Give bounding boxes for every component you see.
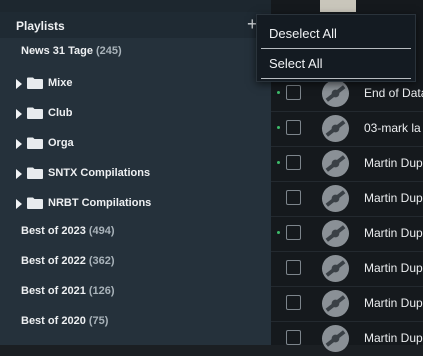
folder-label: Orga (48, 137, 74, 149)
playlist-count: (362) (88, 255, 115, 267)
active-indicator (277, 161, 280, 164)
playlists-panel: Playlists + News 31 Tage (245) Mixe Club… (0, 0, 271, 345)
playlist-count: (75) (88, 315, 109, 327)
playlist-item[interactable]: Best of 2023 (494) (0, 219, 271, 243)
panel-top-strip (0, 0, 271, 12)
folder-icon (27, 137, 43, 149)
menu-divider (261, 48, 411, 49)
folder-label: NRBT Compilations (48, 197, 152, 209)
track-checkbox[interactable] (286, 260, 301, 275)
track-title: Martin Dup (364, 261, 423, 275)
album-art-placeholder-icon (321, 184, 350, 213)
album-art-placeholder-icon (321, 219, 350, 248)
folder-item-orga[interactable]: Orga (0, 131, 271, 155)
track-row[interactable]: Martin Dup (271, 146, 423, 181)
folder-label: SNTX Compilations (48, 167, 151, 179)
menu-divider (261, 78, 411, 79)
folder-label: Club (48, 107, 73, 119)
playlist-item[interactable]: News 31 Tage (245) (0, 39, 271, 63)
active-indicator (277, 91, 280, 94)
cover-thumbnail (320, 0, 356, 12)
playlist-count: (494) (88, 225, 115, 237)
folder-item-mixe[interactable]: Mixe (0, 71, 271, 95)
expand-arrow-icon[interactable] (16, 199, 22, 209)
album-art-placeholder-icon (321, 79, 350, 108)
expand-arrow-icon[interactable] (16, 139, 22, 149)
track-checkbox[interactable] (286, 190, 301, 205)
playlist-count: (126) (88, 285, 115, 297)
playlist-item[interactable]: Best of 2021 (126) (0, 279, 271, 303)
album-art-placeholder-icon (321, 324, 350, 353)
expand-arrow-icon[interactable] (16, 169, 22, 179)
track-checkbox[interactable] (286, 120, 301, 135)
playlist-label: Best of 2021 (21, 285, 86, 297)
track-row[interactable]: Martin Dup (271, 286, 423, 321)
track-checkbox[interactable] (286, 225, 301, 240)
expand-arrow-icon[interactable] (16, 109, 22, 119)
folder-icon (27, 197, 43, 209)
track-title: 03-mark la (364, 121, 421, 135)
folder-icon (27, 77, 43, 89)
context-menu: Deselect All Select All (256, 14, 416, 82)
track-row[interactable]: Martin Dup (271, 321, 423, 356)
playlist-label: News 31 Tage (21, 45, 93, 57)
playlist-item[interactable]: Best of 2020 (75) (0, 309, 271, 333)
playlist-label: Best of 2023 (21, 225, 86, 237)
active-indicator (277, 126, 280, 129)
album-art-placeholder-icon (321, 254, 350, 283)
select-all-menu-item[interactable]: Select All (269, 56, 322, 71)
track-row[interactable]: Martin Dup (271, 216, 423, 251)
track-title: Martin Dup (364, 226, 423, 240)
track-row[interactable]: Martin Dup (271, 181, 423, 216)
album-art-placeholder-icon (321, 114, 350, 143)
playlist-label: Best of 2022 (21, 255, 86, 267)
track-checkbox[interactable] (286, 155, 301, 170)
track-title: Martin Dup (364, 156, 423, 170)
track-checkbox[interactable] (286, 330, 301, 345)
folder-item-club[interactable]: Club (0, 101, 271, 125)
playlist-item[interactable]: Best of 2022 (362) (0, 249, 271, 273)
expand-arrow-icon[interactable] (16, 79, 22, 89)
folder-icon (27, 167, 43, 179)
track-title: Martin Dup (364, 296, 423, 310)
album-art-placeholder-icon (321, 149, 350, 178)
track-title: End of Data (364, 86, 423, 100)
playlists-title: Playlists (16, 19, 65, 33)
active-indicator (277, 231, 280, 234)
track-title: Martin Dup (364, 331, 423, 345)
playlists-header: Playlists + (0, 12, 271, 38)
track-row[interactable]: Martin Dup (271, 251, 423, 286)
playlist-label: Best of 2020 (21, 315, 86, 327)
playlist-count: (245) (96, 45, 122, 57)
folder-item-sntx[interactable]: SNTX Compilations (0, 161, 271, 185)
track-checkbox[interactable] (286, 85, 301, 100)
track-checkbox[interactable] (286, 295, 301, 310)
track-row[interactable]: 03-mark la (271, 111, 423, 146)
folder-item-nrbt[interactable]: NRBT Compilations (0, 191, 271, 215)
folder-label: Mixe (48, 77, 73, 89)
folder-icon (27, 107, 43, 119)
deselect-all-menu-item[interactable]: Deselect All (269, 26, 337, 41)
album-art-placeholder-icon (321, 289, 350, 318)
track-title: Martin Dup (364, 191, 423, 205)
